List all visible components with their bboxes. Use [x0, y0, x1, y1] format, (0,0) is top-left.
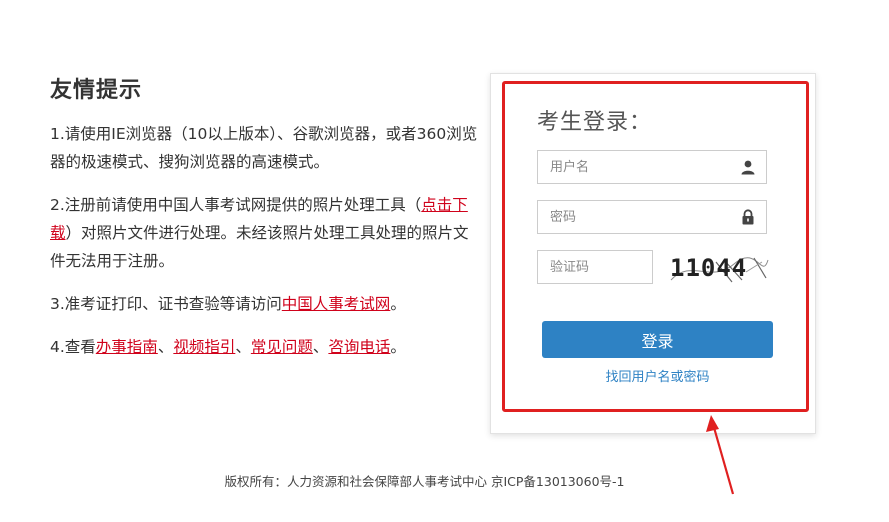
video-guide-link[interactable]: 视频指引: [173, 338, 235, 356]
tips-panel: 友情提示 1.请使用IE浏览器（10以上版本）、谷歌浏览器，或者360浏览器的极…: [50, 72, 480, 376]
tip-photo-prefix: 2.注册前请使用中国人事考试网提供的照片处理工具（: [50, 196, 422, 214]
sep: 、: [235, 338, 251, 356]
captcha-image[interactable]: 11044: [666, 250, 770, 288]
password-field: [537, 200, 767, 234]
sep: 、: [312, 338, 329, 356]
tip-help: 4.查看办事指南、视频指引、常见问题、咨询电话。: [50, 333, 480, 361]
tip-photo-suffix: ）对照片文件进行处理。未经该照片处理工具处理的照片文件无法用于注册。: [50, 224, 469, 270]
captcha-field: [537, 250, 653, 284]
tip-photo-tool: 2.注册前请使用中国人事考试网提供的照片处理工具（点击下载）对照片文件进行处理。…: [50, 191, 480, 275]
lock-icon: [740, 209, 756, 225]
captcha-text: 11044: [670, 254, 748, 282]
captcha-input[interactable]: [538, 251, 652, 283]
recover-account-link[interactable]: 找回用户名或密码: [542, 366, 773, 385]
tips-title: 友情提示: [50, 78, 143, 103]
faq-link[interactable]: 常见问题: [251, 338, 313, 356]
user-icon: [740, 159, 756, 175]
login-title: 考生登录：: [537, 110, 653, 135]
sep: 、: [157, 338, 174, 356]
tip-admission-suffix: 。: [390, 295, 406, 313]
login-button[interactable]: 登录: [542, 321, 773, 358]
copyright-text: 版权所有：人力资源和社会保障部人事考试中心 京ICP备13013060号-1: [224, 474, 625, 489]
tip-help-end: 。: [390, 338, 406, 356]
footer: 版权所有：人力资源和社会保障部人事考试中心 京ICP备13013060号-1: [0, 471, 889, 490]
cpta-site-link[interactable]: 中国人事考试网: [282, 295, 391, 313]
tip-admission-prefix: 3.准考证打印、证书查验等请访问: [50, 295, 282, 313]
tip-admission: 3.准考证打印、证书查验等请访问中国人事考试网。: [50, 290, 480, 318]
username-field: [537, 150, 767, 184]
guide-link[interactable]: 办事指南: [96, 338, 158, 356]
username-input[interactable]: [538, 151, 752, 183]
tip-browser-text: 1.请使用IE浏览器（10以上版本）、谷歌浏览器，或者360浏览器的极速模式、搜…: [50, 125, 478, 171]
password-input[interactable]: [538, 201, 752, 233]
tip-browser: 1.请使用IE浏览器（10以上版本）、谷歌浏览器，或者360浏览器的极速模式、搜…: [50, 120, 480, 176]
tip-help-prefix: 4.查看: [50, 338, 96, 356]
hotline-link[interactable]: 咨询电话: [328, 338, 390, 356]
